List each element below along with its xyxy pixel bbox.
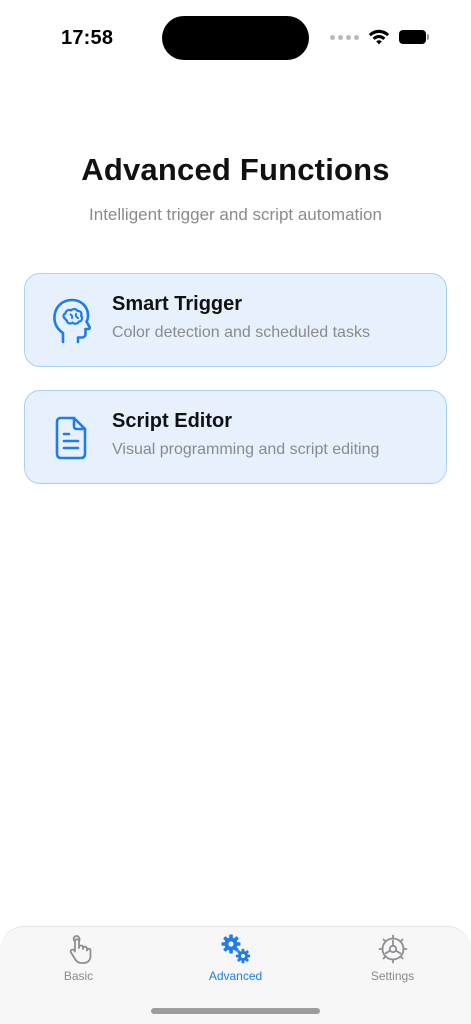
script-editor-title: Script Editor (112, 410, 233, 432)
script-editor-description: Visual programming and script editing (112, 441, 380, 458)
home-indicator[interactable] (151, 1008, 320, 1014)
gears-icon (221, 934, 251, 964)
document-icon (55, 416, 87, 460)
tab-advanced[interactable]: Advanced (157, 927, 314, 995)
page-title: Advanced Functions (81, 152, 390, 187)
page-subtitle: Intelligent trigger and script automatio… (89, 205, 382, 224)
tab-basic-label: Basic (63, 969, 94, 983)
script-editor-card[interactable]: Script Editor Visual programming and scr… (24, 390, 447, 484)
status-indicators (330, 29, 429, 45)
cellular-signal-icon (330, 34, 359, 40)
smart-trigger-card[interactable]: Smart Trigger Color detection and schedu… (24, 273, 447, 367)
dynamic-island (162, 16, 309, 60)
tab-basic[interactable]: Basic (0, 927, 157, 995)
tab-settings-label: Settings (370, 969, 415, 983)
battery-icon (399, 30, 429, 44)
tab-advanced-label: Advanced (208, 969, 263, 983)
status-time: 17:58 (61, 27, 114, 49)
status-bar: 17:58 (0, 0, 471, 70)
smart-trigger-description: Color detection and scheduled tasks (112, 324, 370, 341)
brain-head-icon (53, 298, 91, 344)
hand-tap-icon (69, 935, 92, 964)
tab-settings[interactable]: Settings (314, 927, 471, 995)
gear-icon (378, 934, 408, 964)
wifi-icon (368, 29, 390, 45)
smart-trigger-title: Smart Trigger (112, 293, 243, 315)
